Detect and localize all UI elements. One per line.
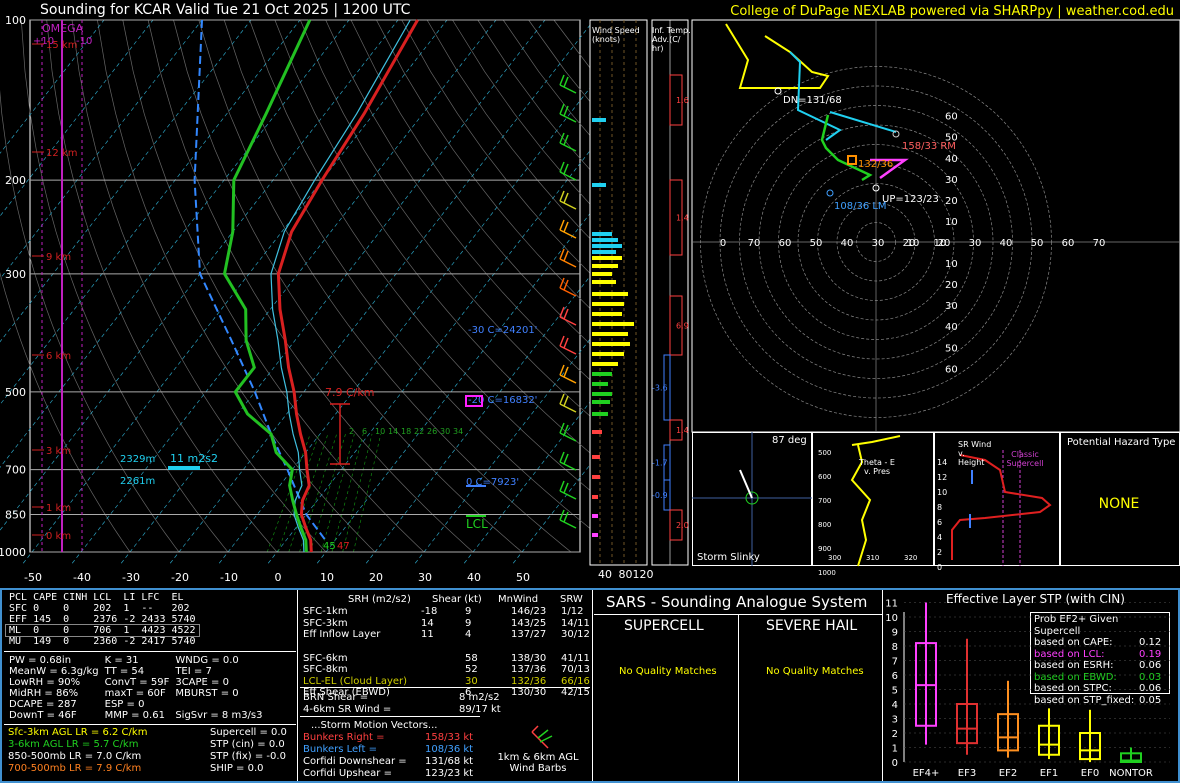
stp-y-tick: 8	[892, 642, 898, 653]
stp-y-tick: 3	[892, 715, 898, 726]
stp-category: NONTOR	[1109, 768, 1153, 779]
stp-category: EF3	[958, 768, 976, 779]
stp-category: EF2	[999, 768, 1017, 779]
stp-y-tick: 0	[892, 758, 898, 769]
stp-y-tick: 4	[892, 700, 898, 711]
stp-y-tick: 1	[892, 744, 898, 755]
stp-y-tick: 6	[892, 671, 898, 682]
stp-y-tick: 2	[892, 729, 898, 740]
stp-category: EF0	[1081, 768, 1099, 779]
stp-category: EF4+	[913, 768, 940, 779]
stp-y-tick: 10	[885, 613, 898, 624]
stp-y-tick: 9	[892, 628, 898, 639]
stp-y-tick: 11	[885, 599, 898, 610]
stp-category: EF1	[1040, 768, 1058, 779]
stp-y-tick: 5	[892, 686, 898, 697]
stp-y-tick: 7	[892, 657, 898, 668]
stp-boxplot: 11109876543210EF4+ EF3 EF2 EF1 EF0 NONTOR	[885, 599, 1170, 779]
